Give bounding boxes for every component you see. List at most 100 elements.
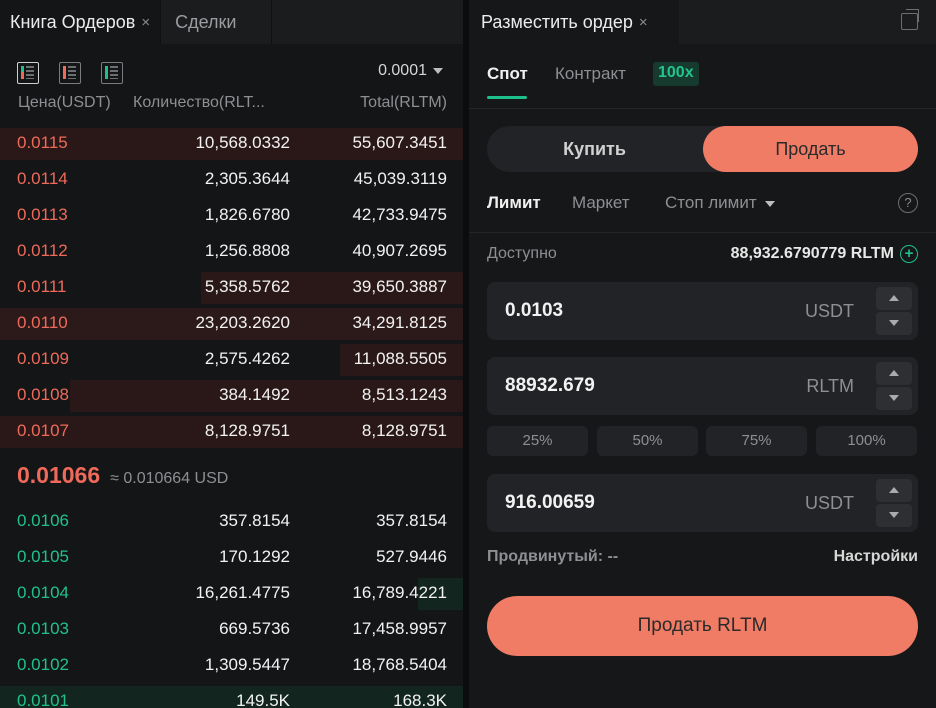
decrement-icon[interactable]	[876, 504, 912, 527]
tab-trades[interactable]: Сделки	[160, 0, 273, 44]
bid-row[interactable]: 0.0102 1,309.5447 18,768.5404	[0, 648, 463, 684]
bid-quantity: 16,261.4775	[195, 583, 290, 602]
view-both-icon[interactable]	[17, 62, 39, 84]
tab-spot[interactable]: Спот	[487, 64, 528, 84]
ask-total: 8,128.9751	[361, 421, 447, 440]
total-stepper	[876, 479, 912, 527]
order-type-market[interactable]: Маркет	[572, 193, 630, 213]
ask-row[interactable]: 0.0107 8,128.9751 8,128.9751	[0, 414, 463, 450]
available-value: 88,932.6790779 RLTM	[730, 245, 894, 262]
decrement-icon[interactable]	[876, 387, 912, 410]
bid-total: 527.9446	[376, 547, 447, 566]
bid-row[interactable]: 0.0105 170.1292 527.9446	[0, 540, 463, 576]
ask-row[interactable]: 0.0111 5,358.5762 39,650.3887	[0, 270, 463, 306]
ask-total: 42,733.9475	[352, 205, 447, 224]
percent-100-button[interactable]: 100%	[816, 426, 917, 456]
bid-quantity: 149.5K	[236, 691, 290, 708]
tab-orderbook[interactable]: Книга Ордеров ×	[0, 0, 161, 44]
tab-place-order[interactable]: Разместить ордер ×	[469, 0, 679, 44]
bid-total: 16,789.4221	[352, 583, 447, 602]
order-types: Лимит Маркет Стоп лимит ?	[487, 193, 918, 219]
increment-icon[interactable]	[876, 362, 912, 385]
increment-icon[interactable]	[876, 479, 912, 502]
ask-quantity: 10,568.0332	[195, 133, 290, 152]
price-stepper	[876, 287, 912, 335]
ask-price: 0.0115	[17, 133, 68, 152]
ask-row[interactable]: 0.0113 1,826.6780 42,733.9475	[0, 198, 463, 234]
advanced-label[interactable]: Продвинутый: --	[487, 548, 618, 566]
bid-price: 0.0101	[17, 691, 69, 708]
available-balance: Доступно 88,932.6790779 RLTM +	[487, 245, 918, 267]
close-icon[interactable]: ×	[639, 14, 648, 31]
bid-price: 0.0102	[17, 655, 69, 674]
add-funds-icon[interactable]: +	[900, 245, 918, 263]
last-price-usd: ≈ 0.010664 USD	[110, 470, 229, 487]
orderbook-controls: 0.0001	[0, 58, 463, 88]
close-icon[interactable]: ×	[141, 14, 150, 31]
bid-row[interactable]: 0.0101 149.5K 168.3K	[0, 684, 463, 708]
decrement-icon[interactable]	[876, 312, 912, 335]
percent-buttons: 25% 50% 75% 100%	[487, 426, 918, 458]
bid-quantity: 170.1292	[219, 547, 290, 566]
ask-total: 8,513.1243	[361, 385, 447, 404]
submit-sell-button[interactable]: Продать RLTM	[487, 596, 918, 656]
divider	[469, 108, 936, 109]
percent-50-button[interactable]: 50%	[597, 426, 698, 456]
ask-row[interactable]: 0.0110 23,203.2620 34,291.8125	[0, 306, 463, 342]
bid-row[interactable]: 0.0106 357.8154 357.8154	[0, 504, 463, 540]
view-bids-icon[interactable]	[101, 62, 123, 84]
total-field[interactable]: 916.00659 USDT	[487, 474, 918, 532]
bid-row[interactable]: 0.0103 669.5736 17,458.9957	[0, 612, 463, 648]
bid-price: 0.0106	[17, 511, 69, 530]
bid-total: 357.8154	[376, 511, 447, 530]
ask-row[interactable]: 0.0108 384.1492 8,513.1243	[0, 378, 463, 414]
ask-quantity: 2,575.4262	[204, 349, 290, 368]
active-tab-indicator	[487, 96, 527, 99]
divider	[469, 232, 936, 233]
amount-input[interactable]: 88932.679	[505, 375, 595, 397]
ask-price: 0.0111	[17, 277, 67, 296]
ask-row[interactable]: 0.0115 10,568.0332 55,607.3451	[0, 126, 463, 162]
amount-field[interactable]: 88932.679 RLTM	[487, 357, 918, 415]
ask-price: 0.0109	[17, 349, 69, 368]
total-input[interactable]: 916.00659	[505, 492, 595, 514]
tab-contract[interactable]: Контракт	[555, 64, 626, 84]
ask-row[interactable]: 0.0114 2,305.3644 45,039.3119	[0, 162, 463, 198]
leverage-badge: 100x	[653, 62, 699, 86]
bid-quantity: 669.5736	[219, 619, 290, 638]
chevron-down-icon	[433, 67, 443, 74]
side-toggle: Купить Продать	[487, 126, 918, 172]
orderbook-tabbar: Книга Ордеров × Сделки	[0, 0, 463, 44]
ask-total: 45,039.3119	[353, 169, 447, 188]
order-form-tabbar: Разместить ордер ×	[469, 0, 936, 44]
ask-total: 40,907.2695	[352, 241, 447, 260]
percent-25-button[interactable]: 25%	[487, 426, 588, 456]
column-price: Цена(USDT)	[18, 94, 111, 111]
sell-button[interactable]: Продать	[703, 126, 918, 172]
order-type-stop-limit-label: Стоп лимит	[665, 193, 757, 212]
ask-price: 0.0110	[17, 313, 68, 332]
available-label: Доступно	[487, 245, 557, 262]
bid-quantity: 1,309.5447	[204, 655, 290, 674]
popout-icon[interactable]	[901, 9, 919, 30]
ask-total: 11,088.5505	[353, 349, 447, 368]
price-input[interactable]: 0.0103	[505, 300, 563, 322]
increment-icon[interactable]	[876, 287, 912, 310]
ask-row[interactable]: 0.0112 1,256.8808 40,907.2695	[0, 234, 463, 270]
ask-quantity: 5,358.5762	[204, 277, 290, 296]
order-type-stop-limit[interactable]: Стоп лимит	[665, 193, 775, 213]
help-icon[interactable]: ?	[898, 193, 918, 213]
bid-total: 168.3K	[393, 691, 447, 708]
price-field[interactable]: 0.0103 USDT	[487, 282, 918, 340]
ask-price: 0.0112	[17, 241, 68, 260]
settings-link[interactable]: Настройки	[834, 548, 918, 566]
column-total: Total(RLTM)	[360, 94, 447, 111]
ask-total: 39,650.3887	[352, 277, 447, 296]
percent-75-button[interactable]: 75%	[706, 426, 807, 456]
precision-select[interactable]: 0.0001	[378, 62, 443, 80]
buy-button[interactable]: Купить	[487, 126, 702, 172]
bid-row[interactable]: 0.0104 16,261.4775 16,789.4221	[0, 576, 463, 612]
view-asks-icon[interactable]	[59, 62, 81, 84]
ask-row[interactable]: 0.0109 2,575.4262 11,088.5505	[0, 342, 463, 378]
order-type-limit[interactable]: Лимит	[487, 193, 541, 213]
